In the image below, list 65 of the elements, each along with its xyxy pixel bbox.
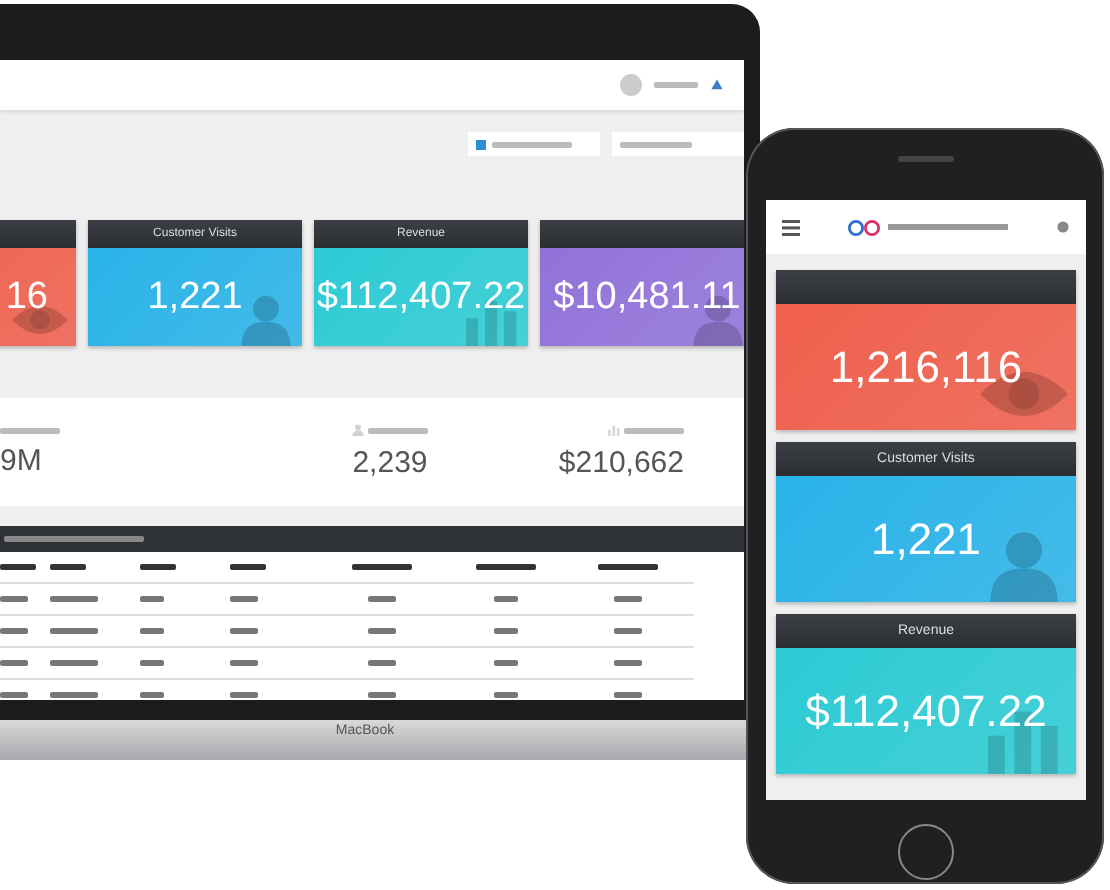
- metric-value: $210,662: [558, 446, 684, 480]
- blurred-text: [476, 564, 536, 570]
- blurred-text: [50, 564, 86, 570]
- blurred-text: [0, 596, 28, 602]
- blurred-text: [0, 427, 60, 433]
- blurred-text: [494, 628, 518, 634]
- blurred-text: [614, 692, 642, 698]
- blurred-text: [50, 628, 98, 634]
- blurred-text: [494, 596, 518, 602]
- person-icon: [352, 424, 364, 436]
- blurred-text: [230, 596, 258, 602]
- blurred-text: [352, 564, 412, 570]
- blurred-text: [492, 141, 572, 147]
- blurred-text: [140, 660, 164, 666]
- blurred-text: [140, 628, 164, 634]
- blurred-text: [0, 692, 28, 698]
- blurred-text: [368, 628, 396, 634]
- stat-value: 1,216,116: [829, 341, 1023, 393]
- blurred-text: [654, 82, 698, 88]
- menu-icon[interactable]: [782, 219, 800, 235]
- blurred-text: [368, 596, 396, 602]
- blurred-text: [230, 660, 258, 666]
- blurred-text: [494, 692, 518, 698]
- blurred-text: [0, 628, 28, 634]
- filter-button[interactable]: [612, 132, 744, 156]
- blurred-text: [50, 596, 98, 602]
- blurred-text: [614, 660, 642, 666]
- bell-icon: [710, 78, 724, 92]
- bar-chart-icon: [608, 424, 620, 436]
- blurred-text: [50, 660, 98, 666]
- stat-value: 1,221: [870, 513, 982, 565]
- stat-value: $112,407.22: [805, 685, 1047, 737]
- blurred-text: [888, 224, 1008, 230]
- blurred-text: [230, 628, 258, 634]
- logo-icon: [848, 219, 880, 235]
- blurred-text: [0, 660, 28, 666]
- blurred-text: [0, 564, 36, 570]
- blurred-text: [614, 628, 642, 634]
- calendar-icon: [476, 139, 486, 149]
- speaker-icon: [898, 156, 954, 162]
- date-filter-button[interactable]: [468, 132, 600, 156]
- blurred-text: [140, 692, 164, 698]
- blurred-text: [368, 427, 428, 433]
- blurred-text: [368, 692, 396, 698]
- stat-value: $112,407.22: [316, 275, 526, 319]
- blurred-text: [230, 692, 258, 698]
- blurred-text: [140, 564, 176, 570]
- home-button[interactable]: [898, 824, 954, 880]
- blurred-text: [598, 564, 658, 570]
- blurred-text: [230, 564, 266, 570]
- blurred-text: [620, 141, 692, 147]
- blurred-text: [4, 536, 144, 542]
- blurred-text: [494, 660, 518, 666]
- person-icon: [238, 294, 294, 346]
- metric-value: 9M: [0, 443, 44, 477]
- blurred-text: [614, 596, 642, 602]
- stat-value: 16: [5, 275, 48, 319]
- blurred-text: [624, 427, 684, 433]
- blurred-text: [140, 596, 164, 602]
- avatar-icon: [620, 74, 642, 96]
- metric-value: 2,239: [352, 446, 428, 480]
- blurred-text: [50, 692, 98, 698]
- stat-value: $10,481.11: [553, 275, 741, 319]
- blurred-text: [368, 660, 396, 666]
- stat-value: 1,221: [147, 275, 243, 319]
